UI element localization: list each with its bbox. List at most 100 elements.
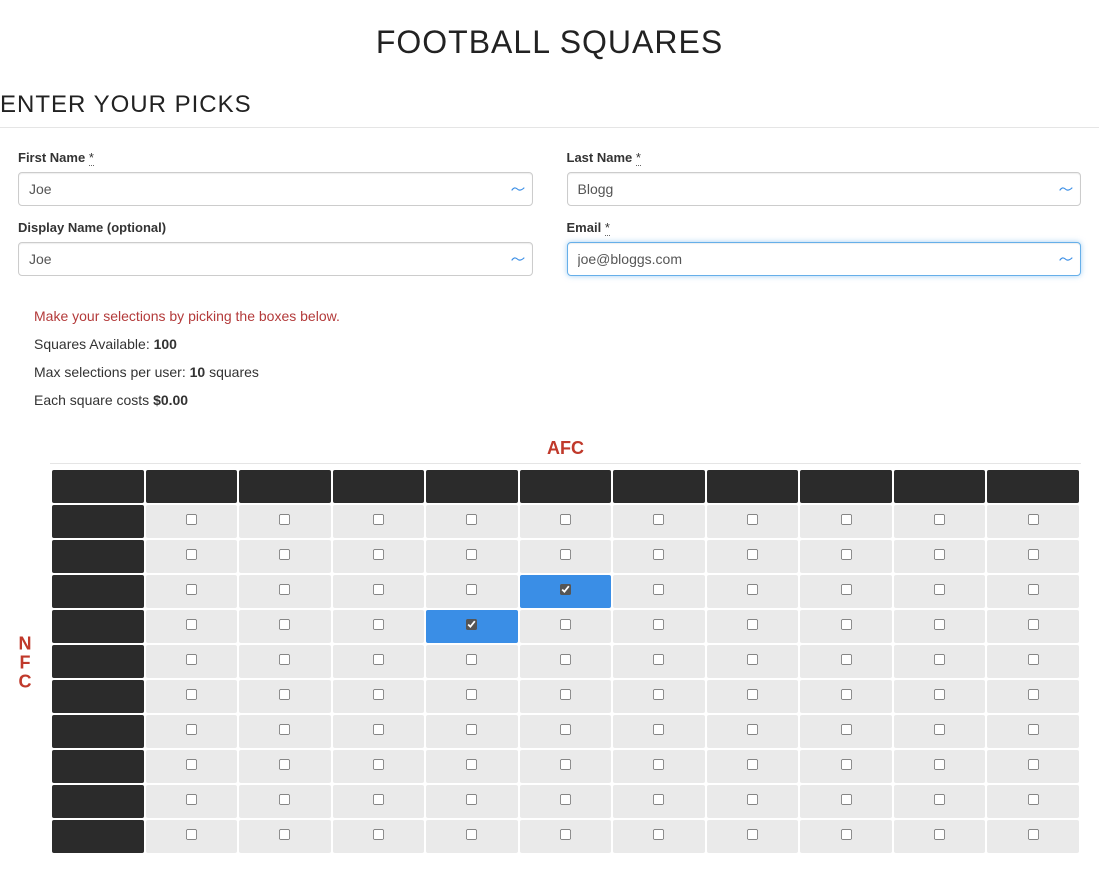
square-checkbox[interactable] xyxy=(840,723,851,734)
grid-cell[interactable] xyxy=(146,680,238,713)
grid-cell[interactable] xyxy=(707,680,799,713)
square-checkbox[interactable] xyxy=(466,828,477,839)
grid-cell[interactable] xyxy=(146,645,238,678)
grid-cell[interactable] xyxy=(613,680,705,713)
square-checkbox[interactable] xyxy=(934,723,945,734)
grid-cell[interactable] xyxy=(333,820,425,853)
square-checkbox[interactable] xyxy=(1028,653,1039,664)
square-checkbox[interactable] xyxy=(1028,513,1039,524)
square-checkbox[interactable] xyxy=(653,618,664,629)
grid-cell[interactable] xyxy=(613,785,705,818)
grid-cell[interactable] xyxy=(707,750,799,783)
square-checkbox[interactable] xyxy=(466,688,477,699)
grid-cell[interactable] xyxy=(239,680,331,713)
grid-cell[interactable] xyxy=(894,750,986,783)
grid-cell[interactable] xyxy=(520,785,612,818)
grid-cell[interactable] xyxy=(520,750,612,783)
square-checkbox[interactable] xyxy=(373,828,384,839)
square-checkbox[interactable] xyxy=(747,723,758,734)
grid-cell[interactable] xyxy=(613,750,705,783)
grid-cell[interactable] xyxy=(146,750,238,783)
square-checkbox[interactable] xyxy=(747,513,758,524)
square-checkbox[interactable] xyxy=(1028,723,1039,734)
square-checkbox[interactable] xyxy=(747,793,758,804)
last-name-input[interactable] xyxy=(567,172,1082,206)
square-checkbox[interactable] xyxy=(934,618,945,629)
square-checkbox[interactable] xyxy=(466,793,477,804)
square-checkbox[interactable] xyxy=(840,828,851,839)
grid-cell[interactable] xyxy=(146,785,238,818)
grid-cell[interactable] xyxy=(333,785,425,818)
square-checkbox[interactable] xyxy=(186,653,197,664)
grid-cell[interactable] xyxy=(613,540,705,573)
grid-cell[interactable] xyxy=(520,540,612,573)
grid-cell[interactable] xyxy=(333,750,425,783)
square-checkbox[interactable] xyxy=(934,548,945,559)
square-checkbox[interactable] xyxy=(1028,828,1039,839)
grid-cell[interactable] xyxy=(333,680,425,713)
square-checkbox[interactable] xyxy=(186,513,197,524)
square-checkbox[interactable] xyxy=(840,653,851,664)
grid-cell[interactable] xyxy=(239,575,331,608)
square-checkbox[interactable] xyxy=(840,583,851,594)
grid-cell[interactable] xyxy=(987,610,1079,643)
square-checkbox[interactable] xyxy=(840,688,851,699)
grid-cell[interactable] xyxy=(987,750,1079,783)
square-checkbox[interactable] xyxy=(373,688,384,699)
grid-cell[interactable] xyxy=(894,540,986,573)
grid-cell[interactable] xyxy=(613,610,705,643)
grid-cell[interactable] xyxy=(239,785,331,818)
square-checkbox[interactable] xyxy=(934,758,945,769)
grid-cell[interactable] xyxy=(146,575,238,608)
square-checkbox[interactable] xyxy=(934,513,945,524)
grid-cell[interactable] xyxy=(987,820,1079,853)
square-checkbox[interactable] xyxy=(466,723,477,734)
square-checkbox[interactable] xyxy=(466,513,477,524)
grid-cell[interactable] xyxy=(333,645,425,678)
square-checkbox[interactable] xyxy=(186,758,197,769)
square-checkbox[interactable] xyxy=(560,688,571,699)
square-checkbox[interactable] xyxy=(934,688,945,699)
square-checkbox[interactable] xyxy=(373,793,384,804)
grid-cell[interactable] xyxy=(800,820,892,853)
square-checkbox[interactable] xyxy=(560,723,571,734)
square-checkbox[interactable] xyxy=(560,583,571,594)
square-checkbox[interactable] xyxy=(279,513,290,524)
square-checkbox[interactable] xyxy=(466,583,477,594)
grid-cell[interactable] xyxy=(613,715,705,748)
square-checkbox[interactable] xyxy=(186,723,197,734)
grid-cell[interactable] xyxy=(894,645,986,678)
grid-cell[interactable] xyxy=(894,610,986,643)
first-name-input[interactable] xyxy=(18,172,533,206)
grid-cell[interactable] xyxy=(426,645,518,678)
grid-cell[interactable] xyxy=(146,610,238,643)
square-checkbox[interactable] xyxy=(653,793,664,804)
square-checkbox[interactable] xyxy=(373,653,384,664)
square-checkbox[interactable] xyxy=(840,793,851,804)
grid-cell[interactable] xyxy=(800,750,892,783)
grid-cell[interactable] xyxy=(426,680,518,713)
grid-cell[interactable] xyxy=(426,540,518,573)
square-checkbox[interactable] xyxy=(934,653,945,664)
square-checkbox[interactable] xyxy=(840,758,851,769)
square-checkbox[interactable] xyxy=(653,653,664,664)
grid-cell[interactable] xyxy=(707,505,799,538)
square-checkbox[interactable] xyxy=(653,583,664,594)
square-checkbox[interactable] xyxy=(840,618,851,629)
grid-cell[interactable] xyxy=(613,645,705,678)
grid-cell[interactable] xyxy=(707,610,799,643)
grid-cell[interactable] xyxy=(800,680,892,713)
grid-cell[interactable] xyxy=(239,610,331,643)
square-checkbox[interactable] xyxy=(1028,583,1039,594)
grid-cell[interactable] xyxy=(707,645,799,678)
grid-cell[interactable] xyxy=(239,505,331,538)
grid-cell[interactable] xyxy=(707,575,799,608)
square-checkbox[interactable] xyxy=(560,513,571,524)
square-checkbox[interactable] xyxy=(1028,758,1039,769)
square-checkbox[interactable] xyxy=(1028,548,1039,559)
square-checkbox[interactable] xyxy=(279,723,290,734)
square-checkbox[interactable] xyxy=(466,548,477,559)
grid-cell[interactable] xyxy=(987,785,1079,818)
square-checkbox[interactable] xyxy=(560,548,571,559)
grid-cell[interactable] xyxy=(520,645,612,678)
